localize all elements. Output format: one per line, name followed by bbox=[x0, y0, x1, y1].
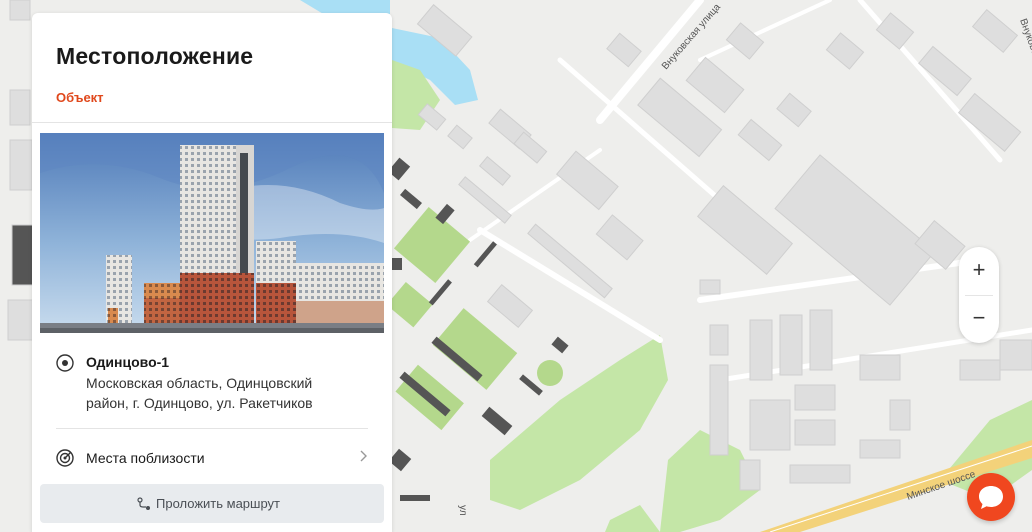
zoom-in-button[interactable]: + bbox=[959, 247, 999, 295]
location-pin-icon bbox=[56, 354, 74, 377]
route-icon bbox=[137, 497, 151, 516]
panel-subtitle[interactable]: Объект bbox=[56, 90, 104, 105]
chat-bubble-icon bbox=[979, 486, 1003, 509]
nearby-places-button[interactable]: Места поблизости bbox=[56, 442, 368, 474]
divider bbox=[32, 122, 392, 123]
address-name: Одинцово-1 bbox=[86, 354, 170, 370]
road-label-fragment: ул bbox=[457, 505, 468, 516]
nearby-places-label: Места поблизости bbox=[86, 450, 205, 466]
chevron-right-icon bbox=[358, 449, 368, 468]
zoom-out-button[interactable]: − bbox=[959, 295, 999, 343]
chat-button[interactable] bbox=[967, 473, 1015, 521]
build-route-button[interactable]: Проложить маршрут bbox=[40, 484, 384, 523]
divider bbox=[56, 428, 368, 429]
address-line-2: район, г. Одинцово, ул. Ракетчиков bbox=[86, 395, 313, 411]
target-radar-icon bbox=[56, 449, 74, 472]
build-route-label: Проложить маршрут bbox=[156, 496, 280, 511]
panel-title: Местоположение bbox=[56, 43, 254, 69]
building-photo bbox=[40, 133, 384, 333]
location-panel: Местоположение Объект Одинцово-1 Московс… bbox=[32, 13, 392, 532]
zoom-control: + − bbox=[959, 247, 999, 343]
address-line-1: Московская область, Одинцовский bbox=[86, 375, 313, 391]
